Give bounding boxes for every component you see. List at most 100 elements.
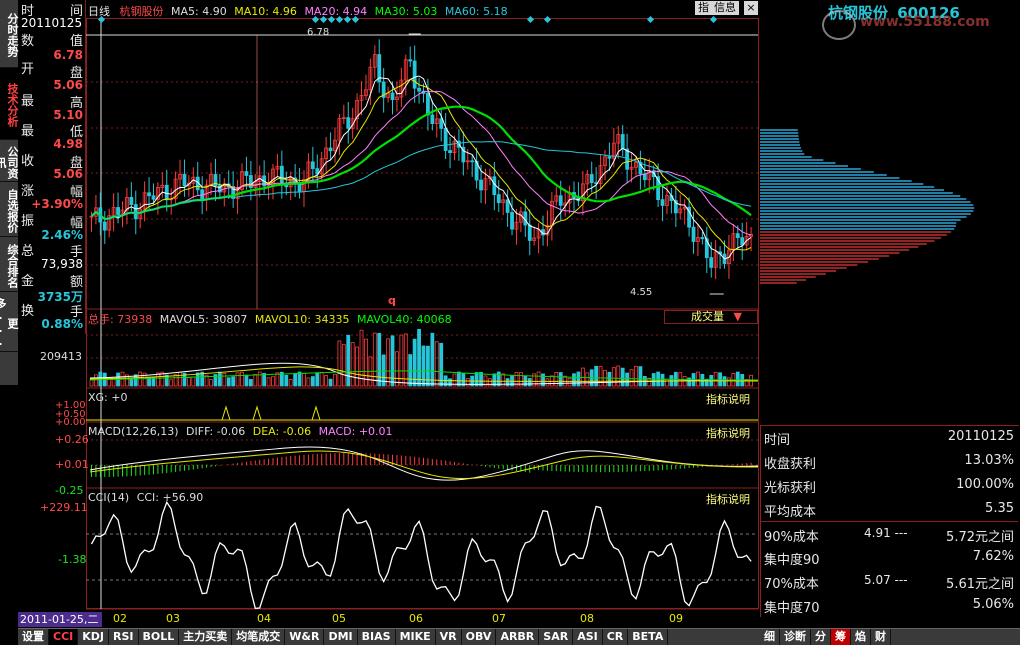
indicator-tab-boll[interactable]: BOLL (139, 629, 180, 645)
volume-bar (231, 376, 236, 387)
indicator-tab-w&r[interactable]: W&R (285, 629, 325, 645)
volume-bar (226, 377, 231, 387)
candle-body (328, 147, 333, 152)
candle-body (607, 156, 612, 159)
volume-bar (465, 378, 470, 387)
candle-body (558, 195, 563, 206)
right-tab-3[interactable]: 分 (811, 629, 831, 645)
ma30-line (90, 105, 752, 221)
left-tab-2[interactable]: 技术分析 (0, 68, 19, 140)
indicator-tab-dmi[interactable]: DMI (324, 629, 358, 645)
signal-diamond (709, 15, 718, 24)
info-open: 6.78 (53, 48, 83, 62)
low-price-marker: 4.55 (630, 287, 653, 298)
volume-bar (576, 371, 581, 387)
candle-body (479, 179, 483, 191)
volume-bar (275, 372, 280, 387)
volume-bar (386, 338, 390, 387)
volume-bar (284, 374, 289, 387)
indicator-tab-rsi[interactable]: RSI (109, 629, 139, 645)
volume-bar (306, 377, 311, 387)
volume-bar (315, 372, 320, 387)
left-tab-1[interactable]: 分时走势 (0, 0, 19, 68)
month-tick: 06 (409, 612, 423, 625)
candle-body (133, 204, 138, 220)
right-tab-5[interactable]: 焰 (851, 629, 871, 645)
info-vol: 73,938 (41, 257, 83, 271)
volume-bar (244, 374, 249, 387)
volume-bar (253, 374, 258, 387)
volume-bar (567, 377, 572, 387)
indicator-tab-arbr[interactable]: ARBR (496, 629, 540, 645)
right-tab-1[interactable]: 细 (760, 629, 780, 645)
volume-bar (222, 372, 227, 387)
macd-explain-button[interactable]: 指标说明 (706, 425, 750, 441)
info-change-price: 5.06 (53, 167, 83, 181)
volume-bar (545, 378, 550, 387)
indicator-tab-asi[interactable]: ASI (573, 629, 603, 645)
month-tick: 03 (166, 612, 180, 625)
close-button[interactable]: × (744, 1, 758, 15)
low-label: 最 (21, 124, 35, 139)
candle-body (589, 174, 594, 184)
right-tab-2[interactable]: 诊断 (780, 629, 811, 645)
month-axis: 02 03 04 05 06 07 08 09 (86, 612, 760, 627)
candle-body (443, 128, 448, 151)
high-label: 最 (21, 94, 35, 109)
volume-bar (133, 374, 138, 387)
left-tab-6[interactable]: 更多... (0, 292, 19, 352)
pin-button[interactable]: 指 (695, 1, 712, 15)
volume-bar (293, 373, 298, 387)
volume-bar (417, 328, 421, 387)
volume-bar (191, 376, 196, 387)
indicator-tab-sar[interactable]: SAR (539, 629, 574, 645)
cci-line (90, 500, 752, 610)
indicator-tab-主力买卖[interactable]: 主力买卖 (179, 629, 233, 645)
indicator-tab-均笔成交[interactable]: 均笔成交 (232, 629, 286, 645)
volume-bar (448, 378, 452, 387)
indicator-tab-kdj[interactable]: KDJ (78, 629, 109, 645)
chip-histogram (760, 129, 975, 284)
volume-bar (634, 365, 638, 387)
volume-bar (696, 371, 700, 387)
cci-explain-button[interactable]: 指标说明 (706, 491, 750, 507)
cci-value: CCI: +56.90 (136, 491, 204, 504)
volume-bar (156, 372, 160, 387)
cci-label: CCI(14) (88, 491, 130, 504)
xg-explain-button[interactable]: 指标说明 (706, 391, 750, 407)
candle-body (709, 257, 714, 268)
volume-bar (350, 342, 355, 387)
indicator-tab-cci[interactable]: CCI (49, 629, 79, 645)
chevron-down-icon: ▼ (733, 310, 742, 323)
candle-body (527, 224, 532, 241)
candle-body (147, 192, 151, 197)
indicator-tab-mike[interactable]: MIKE (396, 629, 436, 645)
volume-bar (554, 372, 559, 387)
candle-body (448, 150, 452, 154)
right-tab-4[interactable]: 筹 (831, 629, 851, 645)
indicator-tab-bias[interactable]: BIAS (358, 629, 396, 645)
indicator-tab-vr[interactable]: VR (436, 629, 462, 645)
candle-body (505, 199, 510, 213)
indicator-tab-obv[interactable]: OBV (462, 629, 497, 645)
volume-bar (598, 366, 603, 387)
volume-dropdown[interactable]: 成交量 ▼ (664, 310, 758, 324)
candle-body (129, 196, 134, 205)
xg-tick-3: +0.00 (55, 417, 86, 428)
left-tab-4[interactable]: 自选报价 (0, 182, 19, 237)
macd-tick-2: +0.01 (55, 458, 89, 471)
right-tab-6[interactable]: 财 (871, 629, 891, 645)
indicator-tab-设置[interactable]: 设置 (18, 629, 49, 645)
volume-bar (333, 373, 337, 387)
indicator-tab-beta[interactable]: BETA (628, 629, 669, 645)
indicator-tab-cr[interactable]: CR (603, 629, 629, 645)
volume-bar (266, 377, 271, 387)
left-tab-3[interactable]: 公司资讯 (0, 140, 19, 182)
month-tick: 08 (580, 612, 594, 625)
volume-bar (585, 372, 590, 387)
volume-bar (346, 334, 351, 387)
volume-bar (186, 377, 191, 387)
left-tab-5[interactable]: 综合排名 (0, 237, 19, 292)
info-button[interactable]: 信息 (711, 1, 739, 15)
mavol40-label: MAVOL40: 40068 (356, 313, 452, 326)
